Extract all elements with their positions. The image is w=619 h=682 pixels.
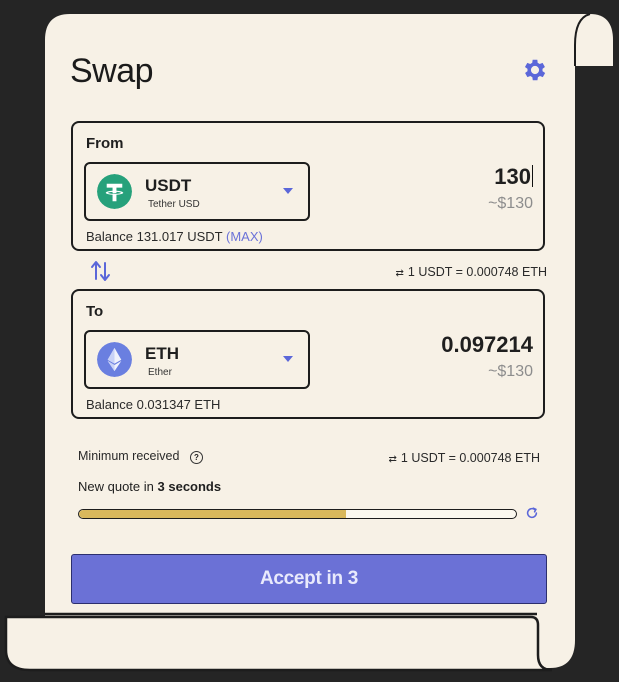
- page-title: Swap: [70, 52, 154, 90]
- to-token-symbol: ETH: [145, 344, 179, 363]
- swap-small-icon: ⇄: [388, 454, 397, 465]
- quote-progress-fill: [79, 510, 346, 518]
- swap-small-icon: ⇄: [395, 268, 404, 279]
- usdt-logo-icon: [97, 174, 132, 209]
- gear-icon[interactable]: [521, 56, 549, 84]
- to-usd-value: ~$130: [488, 363, 533, 380]
- from-panel: From USDT Tether USD 130 ~$130 Balance 1…: [71, 121, 545, 251]
- exchange-rate: ⇄ 1 USDT = 0.000748 ETH: [395, 265, 547, 279]
- from-balance: Balance 131.017 USDT (MAX): [86, 229, 263, 244]
- quote-progress-bar: [78, 509, 517, 519]
- to-token-name: Ether: [148, 367, 172, 378]
- from-label: From: [86, 135, 124, 152]
- from-token-symbol: USDT: [145, 176, 192, 195]
- accept-button[interactable]: Accept in 3: [71, 554, 547, 604]
- quote-prefix: New quote in: [78, 479, 154, 494]
- quote-seconds: 3 seconds: [157, 479, 222, 494]
- quote-countdown: New quote in 3 seconds: [78, 479, 221, 494]
- eth-logo-icon: [97, 342, 132, 377]
- from-token-select[interactable]: USDT Tether USD: [84, 162, 310, 221]
- to-panel: To ETH Ether 0.097214 ~$130 Balance 0.03…: [71, 289, 545, 419]
- from-usd-value: ~$130: [488, 195, 533, 212]
- refresh-icon[interactable]: [525, 506, 539, 520]
- chevron-down-icon: [283, 356, 293, 362]
- max-button[interactable]: (MAX): [226, 229, 263, 244]
- to-amount: 0.097214: [441, 332, 533, 357]
- from-balance-text: Balance 131.017 USDT: [86, 229, 223, 244]
- to-balance: Balance 0.031347 ETH: [86, 397, 221, 412]
- from-token-name: Tether USD: [148, 199, 200, 210]
- summary-rate: ⇄ 1 USDT = 0.000748 ETH: [388, 451, 540, 465]
- minimum-received-label: Minimum received: [78, 449, 180, 463]
- help-icon[interactable]: ?: [190, 451, 203, 464]
- to-token-select[interactable]: ETH Ether: [84, 330, 310, 389]
- swap-arrows-icon[interactable]: [90, 259, 112, 283]
- to-label: To: [86, 303, 104, 320]
- chevron-down-icon: [283, 188, 293, 194]
- from-amount-input[interactable]: 130: [494, 164, 533, 190]
